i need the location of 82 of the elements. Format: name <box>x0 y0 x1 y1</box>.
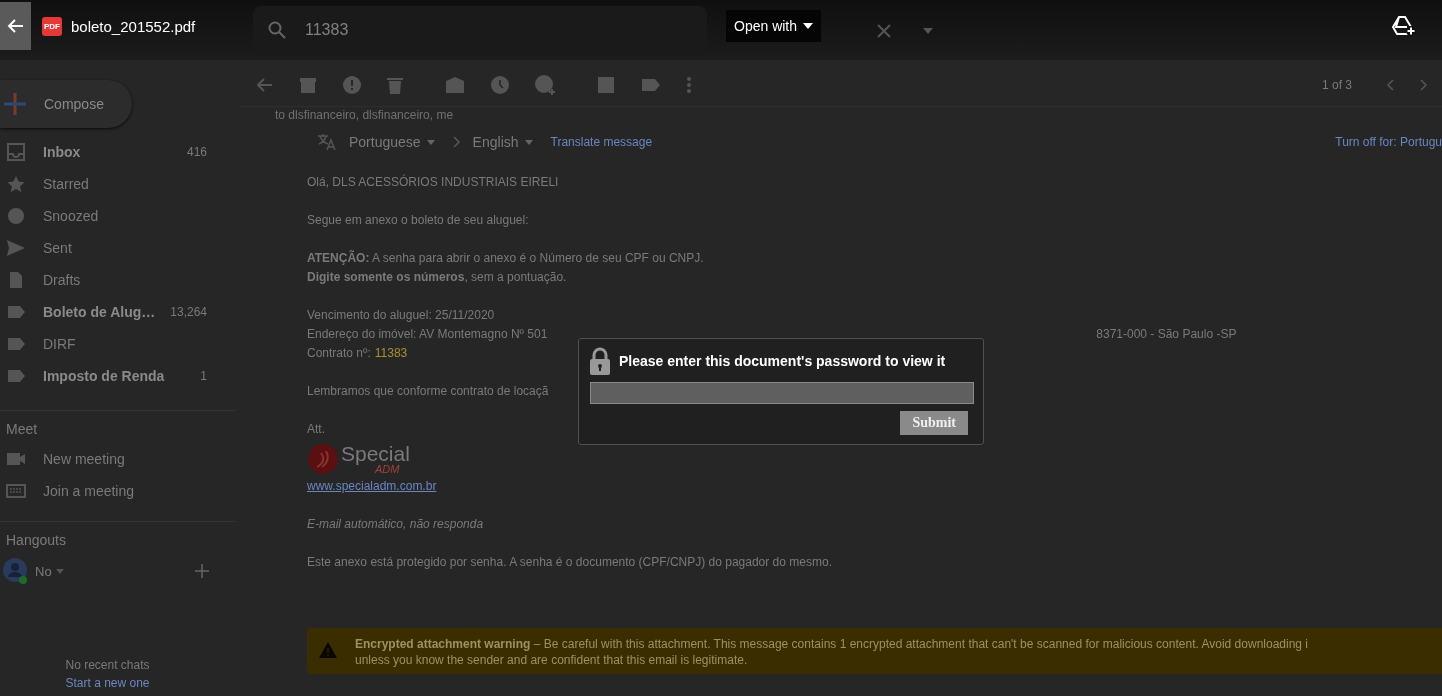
plus-icon <box>4 93 26 115</box>
warning-icon <box>319 642 337 658</box>
video-camera-icon <box>6 452 26 466</box>
report-spam-icon[interactable] <box>343 76 361 94</box>
folder-item[interactable]: Starred <box>0 168 235 200</box>
turn-off-translation-link[interactable]: Turn off for: Portugu <box>1335 135 1442 149</box>
warning-text: Encrypted attachment warning – Be careful with this attachment. This message contains 1 encrypted attachment that can't be scanned for malicious content. Avoid downloading i unless you know the sender and are confident that this email is legitimate. <box>355 636 1308 668</box>
contract-label: Contrato nº: <box>307 345 371 362</box>
folder-item[interactable]: Snoozed <box>0 200 235 232</box>
protection-note: Este anexo está protegido por senha. A senha é o documento (CPF/CNPJ) do pagador do mesmo. <box>307 554 832 571</box>
folder-item[interactable]: Sent <box>0 232 235 264</box>
compose-button[interactable]: Compose <box>0 80 132 128</box>
lock-icon <box>590 347 610 375</box>
address-text: 8371-000 - São Paulo -SP <box>1096 326 1237 343</box>
chevron-left-icon[interactable] <box>1386 79 1394 91</box>
chevron-right-icon[interactable] <box>1420 79 1428 91</box>
notice-text: ATENÇÃO: A senha para abrir o anexo é o Número de seu CPF ou CNPJ. <box>307 249 704 267</box>
translate-message-link[interactable]: Translate message <box>550 135 653 149</box>
label-icon <box>6 367 26 385</box>
pdf-file-badge: PDF <box>42 16 62 36</box>
page-counter: 1 of 3 <box>1321 78 1352 92</box>
section-title: Meet <box>0 410 235 443</box>
user-status-menu[interactable]: No <box>35 563 187 579</box>
logo-subtitle: ADM <box>375 464 400 475</box>
keyboard-icon <box>6 484 26 498</box>
sign-off-text: Att. <box>307 421 325 438</box>
folder-item[interactable]: Drafts <box>0 264 235 296</box>
logo-wordmark: Special <box>341 443 410 464</box>
intro-text: Segue em anexo o boleto de seu aluguel: <box>307 212 529 229</box>
back-arrow-icon[interactable] <box>255 77 273 93</box>
label-icon <box>6 303 26 321</box>
unread-count: 1 <box>200 369 207 383</box>
drive-add-icon[interactable] <box>1392 15 1416 37</box>
contract-number: 11383 <box>374 345 408 362</box>
folder-item[interactable]: Inbox 416 <box>0 136 235 168</box>
more-icon[interactable] <box>687 77 691 93</box>
unread-count: 13,264 <box>170 305 207 319</box>
folder-item[interactable]: DIRF <box>0 328 235 360</box>
star-icon <box>6 175 26 193</box>
address-text: Endereço do imóvel: AV Montemagno Nº 501 <box>307 326 548 343</box>
password-field[interactable] <box>590 382 974 404</box>
back-button[interactable] <box>0 2 31 50</box>
avatar-icon <box>3 558 27 584</box>
recipients-text: to dlsfinanceiro, dlsfinanceiro, me <box>275 108 454 122</box>
delete-icon[interactable] <box>387 76 403 94</box>
back-arrow-icon <box>6 17 25 35</box>
caret-icon <box>55 568 64 574</box>
auto-email-note: E-mail automático, não responda <box>307 516 484 533</box>
meet-item[interactable]: New meeting <box>0 443 235 475</box>
empty-chats-text: No recent chats <box>65 658 150 672</box>
caret-icon <box>426 139 435 145</box>
file-name: boleto_201552.pdf <box>71 17 197 35</box>
start-chat-link[interactable]: Start a new one <box>65 676 150 690</box>
plus-icon[interactable] <box>195 564 209 578</box>
caret-icon <box>524 139 533 145</box>
archive-icon[interactable] <box>299 76 317 94</box>
chevron-right-icon <box>452 136 461 148</box>
dialog-title: Please enter this document's password to view it <box>619 353 946 369</box>
close-icon[interactable] <box>876 23 892 39</box>
send-icon <box>6 239 26 257</box>
swirl-logo-icon <box>307 443 339 475</box>
target-language-dropdown[interactable]: English <box>472 134 533 150</box>
folder-item[interactable]: Imposto de Renda 1 <box>0 360 235 392</box>
greeting-text: Olá, DLS ACESSÓRIOS INDUSTRIAIS EIRELI <box>307 173 559 191</box>
translate-icon <box>317 133 337 151</box>
search-icon <box>267 20 287 40</box>
reminder-text: Lembramos que conforme contrato de locaçã <box>307 383 549 400</box>
notice-text: Digite somente os números, sem a pontuação. <box>307 269 567 286</box>
website-link[interactable]: www.specialadm.com.br <box>307 479 437 493</box>
section-title: Hangouts <box>0 521 235 554</box>
inbox-icon <box>6 143 26 161</box>
due-date-text: Vencimento do aluguel: 25/11/2020 <box>307 307 495 324</box>
caret-icon <box>803 23 814 29</box>
add-task-icon[interactable] <box>535 75 555 95</box>
source-language-dropdown[interactable]: Portuguese <box>349 134 435 150</box>
unread-count: 416 <box>186 145 207 159</box>
label-icon[interactable] <box>641 78 661 92</box>
caret-icon[interactable] <box>923 28 933 34</box>
open-with-button[interactable]: Open with <box>726 10 822 42</box>
meet-item[interactable]: Join a meeting <box>0 475 235 507</box>
label-icon <box>6 335 26 353</box>
folder-item[interactable]: Boleto de Alug… 13,264 <box>0 296 235 328</box>
